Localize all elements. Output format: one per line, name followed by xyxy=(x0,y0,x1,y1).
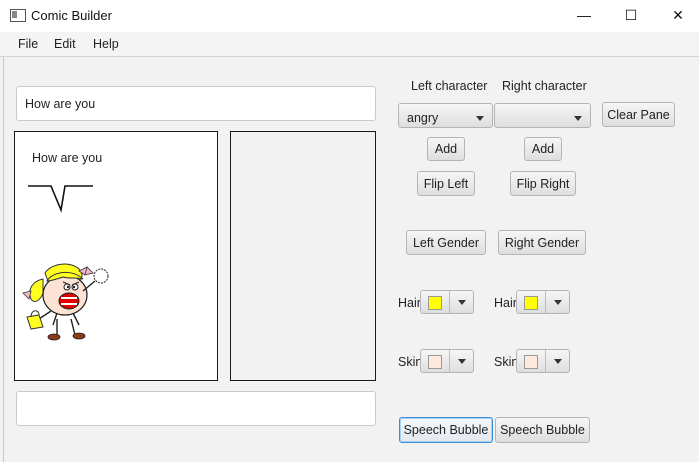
hair-left-color-picker[interactable] xyxy=(420,290,474,314)
right-character-select[interactable] xyxy=(494,103,591,128)
top-text-field-value: How are you xyxy=(25,96,96,111)
clear-pane-button[interactable]: Clear Pane xyxy=(602,102,675,127)
menu-file[interactable]: File xyxy=(18,37,38,51)
right-character-label: Right character xyxy=(502,79,587,93)
hair-left-swatch xyxy=(428,296,442,310)
chevron-down-icon xyxy=(476,116,484,121)
hair-left-label: Hair xyxy=(398,296,421,310)
app-icon xyxy=(10,9,26,22)
hair-right-color-picker[interactable] xyxy=(516,290,570,314)
speech-bubble-text: How are you xyxy=(32,151,103,165)
skin-right-swatch xyxy=(524,355,538,369)
add-right-button[interactable]: Add xyxy=(524,137,562,161)
bottom-text-field[interactable] xyxy=(16,391,376,426)
top-text-field[interactable]: How are you xyxy=(16,86,376,121)
speech-bubble-right-button[interactable]: Speech Bubble xyxy=(495,417,590,443)
left-character-label: Left character xyxy=(411,79,488,93)
skin-right-color-picker[interactable] xyxy=(516,349,570,373)
add-left-button[interactable]: Add xyxy=(427,137,465,161)
flip-left-button[interactable]: Flip Left xyxy=(417,171,475,196)
left-comic-panel[interactable]: How are you xyxy=(14,131,218,381)
speech-bubble-left-button[interactable]: Speech Bubble xyxy=(399,417,493,443)
chevron-down-icon xyxy=(554,300,562,305)
maximize-button[interactable]: ☐ xyxy=(608,0,654,30)
window-title: Comic Builder xyxy=(31,8,112,23)
chevron-down-icon xyxy=(574,116,582,121)
chevron-down-icon xyxy=(458,300,466,305)
minimize-button[interactable]: — xyxy=(561,0,607,30)
skin-right-label: Skin xyxy=(494,355,519,369)
flip-right-button[interactable]: Flip Right xyxy=(510,171,576,196)
menu-edit[interactable]: Edit xyxy=(54,37,76,51)
picker-divider xyxy=(449,350,450,372)
left-character-select[interactable]: angry xyxy=(398,103,493,128)
skin-left-swatch xyxy=(428,355,442,369)
right-comic-panel[interactable] xyxy=(230,131,376,381)
chevron-down-icon xyxy=(554,359,562,364)
hair-right-swatch xyxy=(524,296,538,310)
title-bar: Comic Builder — ☐ ✕ xyxy=(0,0,699,32)
hair-right-label: Hair xyxy=(494,296,517,310)
picker-divider xyxy=(449,291,450,313)
speech-bubble-tail xyxy=(28,185,93,213)
picker-divider xyxy=(545,350,546,372)
menu-help[interactable]: Help xyxy=(93,37,119,51)
chevron-down-icon xyxy=(458,359,466,364)
menu-bar: File Edit Help xyxy=(0,32,699,57)
skin-left-label: Skin xyxy=(398,355,423,369)
right-gender-button[interactable]: Right Gender xyxy=(498,230,586,255)
left-gender-button[interactable]: Left Gender xyxy=(406,230,486,255)
skin-left-color-picker[interactable] xyxy=(420,349,474,373)
angry-character-figure xyxy=(22,263,109,341)
picker-divider xyxy=(545,291,546,313)
close-button[interactable]: ✕ xyxy=(655,0,699,30)
left-character-select-value: angry xyxy=(407,111,439,125)
